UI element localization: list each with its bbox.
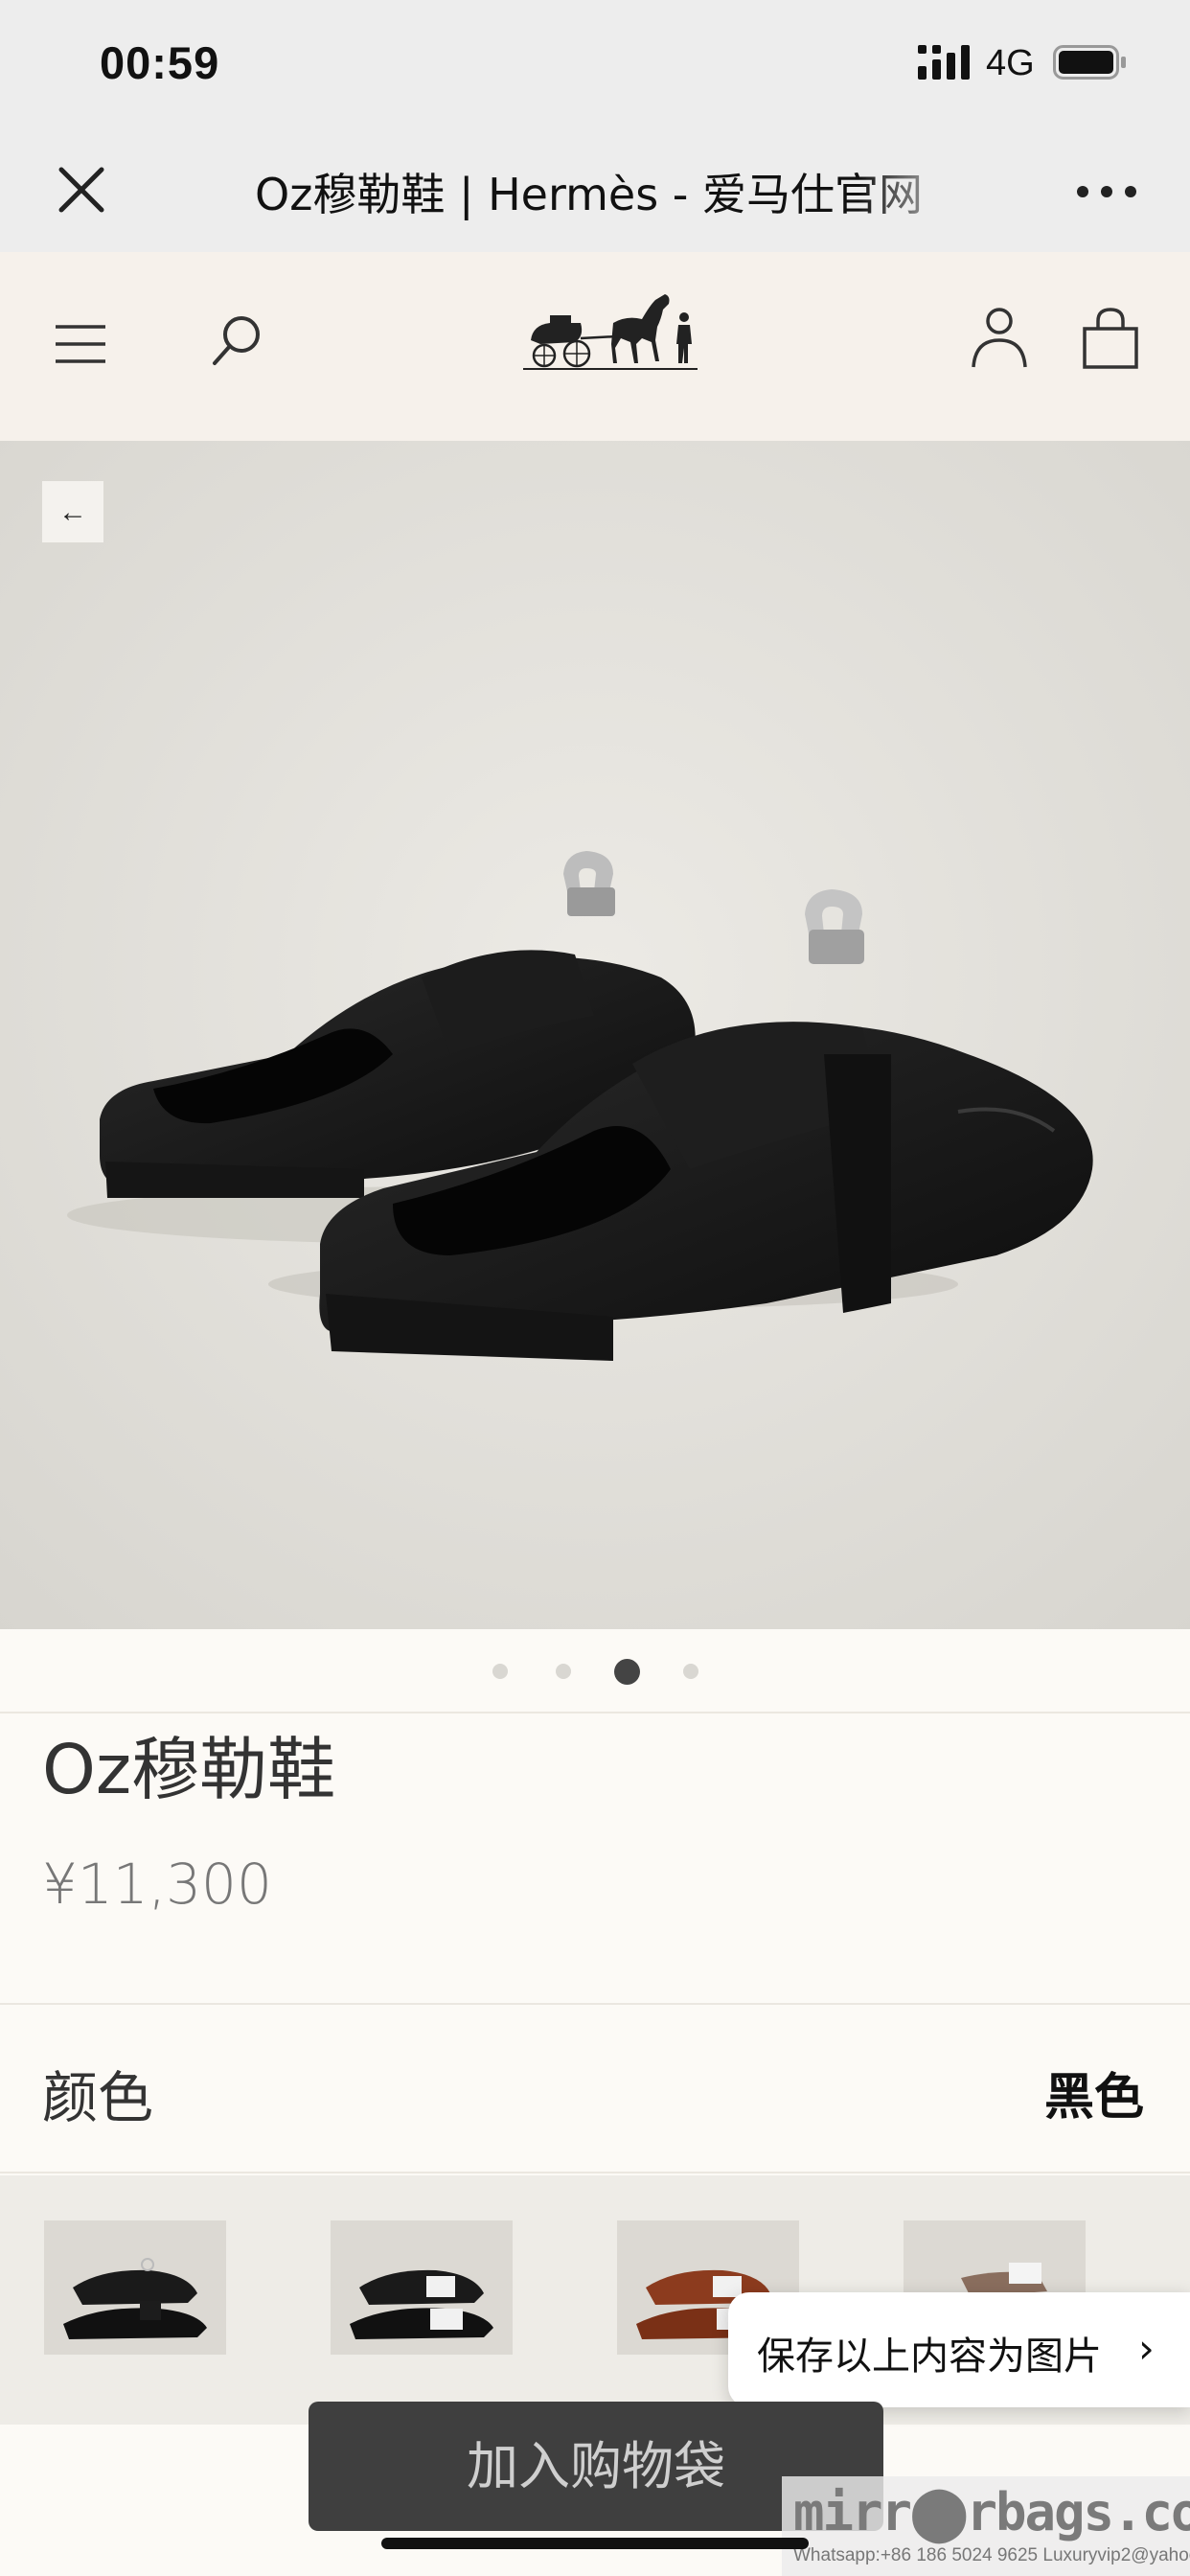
- gallery-dot-1[interactable]: [492, 1664, 508, 1679]
- product-price: ¥11,300: [42, 1852, 272, 1917]
- chevron-right-icon: ›: [1138, 2325, 1155, 2372]
- signal-icon: [918, 45, 970, 80]
- search-icon[interactable]: [205, 310, 268, 373]
- site-header: [0, 252, 1190, 441]
- hermes-carriage-logo[interactable]: [521, 281, 699, 386]
- color-swatch-black[interactable]: [44, 2220, 226, 2355]
- divider: [0, 2003, 1190, 2005]
- save-as-image-popup[interactable]: 保存以上内容为图片 ›: [728, 2292, 1190, 2407]
- gallery-dot-3-active[interactable]: [613, 1658, 640, 1685]
- selected-color-value: 黑色: [1043, 2069, 1144, 2127]
- network-type: 4G: [986, 43, 1035, 83]
- divider: [0, 1712, 1190, 1714]
- page-title: Oz穆勒鞋 | Hermès - 爱马仕官网: [255, 169, 924, 220]
- product-image[interactable]: ←: [0, 441, 1190, 1629]
- swatch-black-white-thumbnail: [331, 2220, 513, 2355]
- watermark: mirr⬤rbags.com Whatsapp:+86 186 5024 962…: [782, 2476, 1190, 2576]
- color-swatch-black-white[interactable]: [331, 2220, 513, 2355]
- close-icon[interactable]: [50, 158, 113, 221]
- account-icon[interactable]: [968, 304, 1031, 373]
- watermark-contact: Whatsapp:+86 186 5024 9625 Luxuryvip2@ya…: [793, 2545, 1190, 2565]
- gallery-dot-4[interactable]: [682, 1664, 698, 1679]
- webview-title-bar: Oz穆勒鞋 | Hermès - 爱马仕官网: [0, 129, 1190, 252]
- mule-shoes-photo: [0, 441, 1190, 1629]
- watermark-site: mirr⬤rbags.com: [793, 2482, 1190, 2542]
- status-time: 00:59: [100, 37, 220, 88]
- gallery-back-button[interactable]: ←: [42, 481, 103, 542]
- shopping-bag-icon[interactable]: [1079, 306, 1142, 371]
- color-label: 颜色: [42, 2065, 154, 2130]
- gallery-dot-2[interactable]: [555, 1664, 571, 1679]
- gallery-pagination: [0, 1629, 1190, 1714]
- menu-icon[interactable]: [50, 313, 111, 375]
- status-bar: 00:59 4G: [0, 0, 1190, 129]
- home-indicator: [381, 2538, 809, 2549]
- save-as-image-label: 保存以上内容为图片: [757, 2334, 1102, 2379]
- divider: [0, 2172, 1190, 2174]
- more-icon[interactable]: [1073, 168, 1140, 216]
- product-name: Oz穆勒鞋: [42, 1730, 336, 1809]
- battery-icon: [1053, 45, 1126, 80]
- swatch-black-thumbnail: [44, 2220, 226, 2355]
